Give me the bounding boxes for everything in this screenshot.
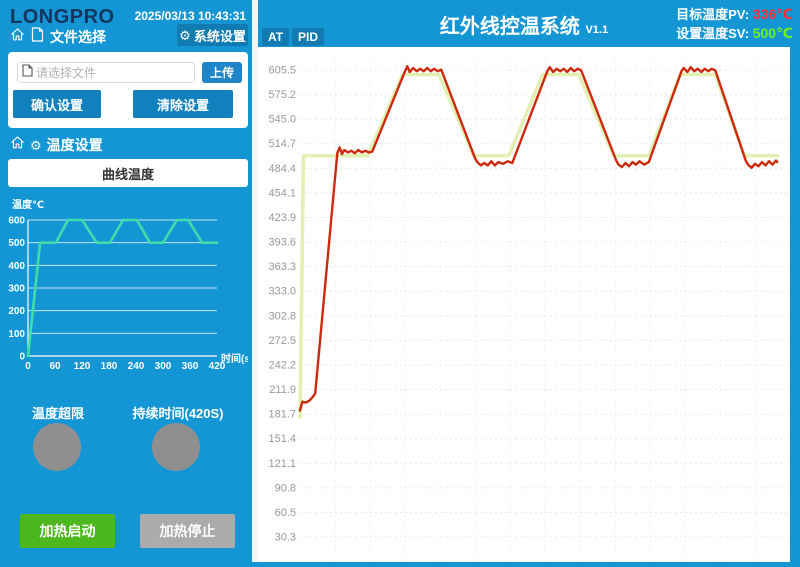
y-tick-label: 302.8 bbox=[268, 310, 296, 322]
y-tick-label: 60.5 bbox=[275, 507, 296, 519]
temperature-settings-nav: ⚙ 温度设置 bbox=[10, 135, 103, 155]
y-tick-label: 514.7 bbox=[268, 138, 296, 150]
over-limit-indicator bbox=[33, 423, 81, 471]
version-label: V1.1 bbox=[585, 24, 608, 36]
y-tick-label: 605.5 bbox=[268, 65, 296, 77]
file-select-label: 文件选择 bbox=[50, 27, 106, 47]
profile-ylabel: 温度℃ bbox=[12, 198, 44, 211]
y-tick-label: 575.2 bbox=[268, 89, 296, 101]
over-limit-label: 温度超限 bbox=[18, 403, 98, 422]
x-tick-label: 360 bbox=[182, 361, 199, 372]
home-icon[interactable] bbox=[10, 135, 25, 155]
y-tick-label: 151.4 bbox=[268, 433, 296, 445]
sv-label: 设置温度SV: bbox=[676, 26, 749, 41]
sv-readout: 设置温度SV: 500℃ bbox=[676, 24, 793, 43]
file-select-nav: 文件选择 bbox=[10, 27, 106, 47]
datetime-display: 2025/03/13 10:43:31 bbox=[135, 9, 246, 23]
x-tick-label: 60 bbox=[49, 361, 61, 372]
curve-temperature-button[interactable]: 曲线温度 bbox=[8, 159, 248, 187]
y-tick-label: 500 bbox=[8, 238, 25, 249]
gear-icon: ⚙ bbox=[179, 29, 191, 42]
x-tick-label: 120 bbox=[74, 361, 91, 372]
x-tick-label: 300 bbox=[155, 361, 172, 372]
realtime-temperature-chart: 605.5 575.2 545.0 514.7 484.4 454.1 423.9 393.6… bbox=[258, 47, 790, 562]
y-tick-label: 545.0 bbox=[268, 114, 296, 126]
x-tick-label: 240 bbox=[128, 361, 145, 372]
heating-stop-button[interactable]: 加热停止 bbox=[140, 514, 235, 548]
confirm-settings-button[interactable]: 确认设置 bbox=[13, 90, 101, 118]
x-tick-label: 0 bbox=[25, 361, 31, 372]
pv-readout: 目标温度PV: 336℃ bbox=[676, 5, 793, 24]
file-selection-panel: 上传 确认设置 清除设置 bbox=[8, 52, 248, 128]
y-tick-label: 200 bbox=[8, 306, 25, 317]
y-tick-label: 121.1 bbox=[268, 458, 296, 470]
document-icon bbox=[31, 27, 44, 47]
y-tick-label: 454.1 bbox=[268, 187, 296, 199]
y-tick-label: 90.8 bbox=[275, 482, 296, 494]
file-icon bbox=[22, 64, 33, 82]
system-settings-button[interactable]: ⚙ 系统设置 bbox=[177, 24, 248, 46]
upload-button[interactable]: 上传 bbox=[202, 62, 242, 83]
y-tick-label: 100 bbox=[8, 329, 25, 340]
file-select-input[interactable] bbox=[36, 66, 186, 80]
temperature-settings-label: 温度设置 bbox=[47, 135, 103, 155]
y-tick-label: 363.3 bbox=[268, 261, 296, 273]
y-tick-label: 600 bbox=[8, 216, 25, 227]
system-settings-label: 系统设置 bbox=[194, 26, 246, 45]
profile-xlabel: 时间(s) bbox=[221, 352, 248, 365]
home-icon[interactable] bbox=[10, 27, 25, 47]
y-tick-label: 484.4 bbox=[268, 163, 296, 175]
y-tick-label: 181.7 bbox=[268, 409, 296, 421]
x-tick-label: 180 bbox=[101, 361, 118, 372]
temperature-profile-chart: 温度℃0100200300400500600060120180240300360… bbox=[8, 194, 248, 380]
realtime-chart-area: 605.5 575.2 545.0 514.7 484.4 454.1 423.9 393.6… bbox=[258, 47, 790, 562]
y-tick-label: 242.2 bbox=[268, 359, 296, 371]
file-input-wrap bbox=[17, 62, 195, 83]
y-tick-label: 333.0 bbox=[268, 286, 296, 298]
y-tick-label: 423.9 bbox=[268, 212, 296, 224]
y-tick-label: 400 bbox=[8, 261, 25, 272]
pv-label: 目标温度PV: bbox=[676, 7, 749, 22]
left-panel: LONGPRO 2025/03/13 10:43:31 文件选择 ⚙ 系统设置 … bbox=[0, 0, 252, 562]
duration-indicator bbox=[152, 423, 200, 471]
y-tick-label: 211.9 bbox=[269, 384, 296, 396]
clear-settings-button[interactable]: 清除设置 bbox=[133, 90, 233, 118]
pv-value: 336℃ bbox=[753, 6, 793, 22]
y-tick-label: 393.6 bbox=[268, 237, 296, 249]
pv-curve bbox=[300, 66, 777, 410]
gear-icon: ⚙ bbox=[30, 139, 42, 152]
y-tick-label: 300 bbox=[8, 284, 25, 295]
y-tick-label: 30.3 bbox=[275, 531, 296, 543]
duration-label: 持续时间(420S) bbox=[128, 403, 228, 422]
y-tick-label: 272.5 bbox=[268, 335, 296, 347]
sv-value: 500℃ bbox=[753, 25, 793, 41]
main-area: AT PID 红外线控温系统 V1.1 目标温度PV: 336℃ 设置温度SV:… bbox=[258, 0, 800, 562]
app-logo: LONGPRO bbox=[10, 6, 115, 29]
pv-sv-readout: 目标温度PV: 336℃ 设置温度SV: 500℃ bbox=[676, 5, 793, 43]
heating-start-button[interactable]: 加热启动 bbox=[20, 514, 115, 548]
sv-curve bbox=[300, 75, 777, 418]
